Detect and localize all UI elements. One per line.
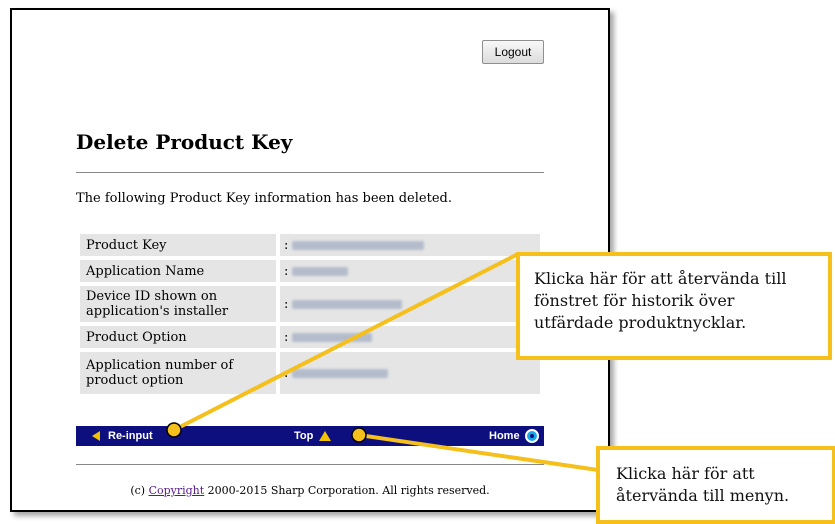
callout-line-reinput: [173, 252, 519, 432]
callout-dot-reinput: [166, 422, 182, 438]
callout-history: Klicka här för att återvända till fönstr…: [516, 252, 832, 360]
callout-dot-top: [351, 427, 367, 443]
callout-menu: Klicka här för att återvända till menyn.: [596, 446, 835, 524]
callout-line-top: [358, 433, 599, 472]
